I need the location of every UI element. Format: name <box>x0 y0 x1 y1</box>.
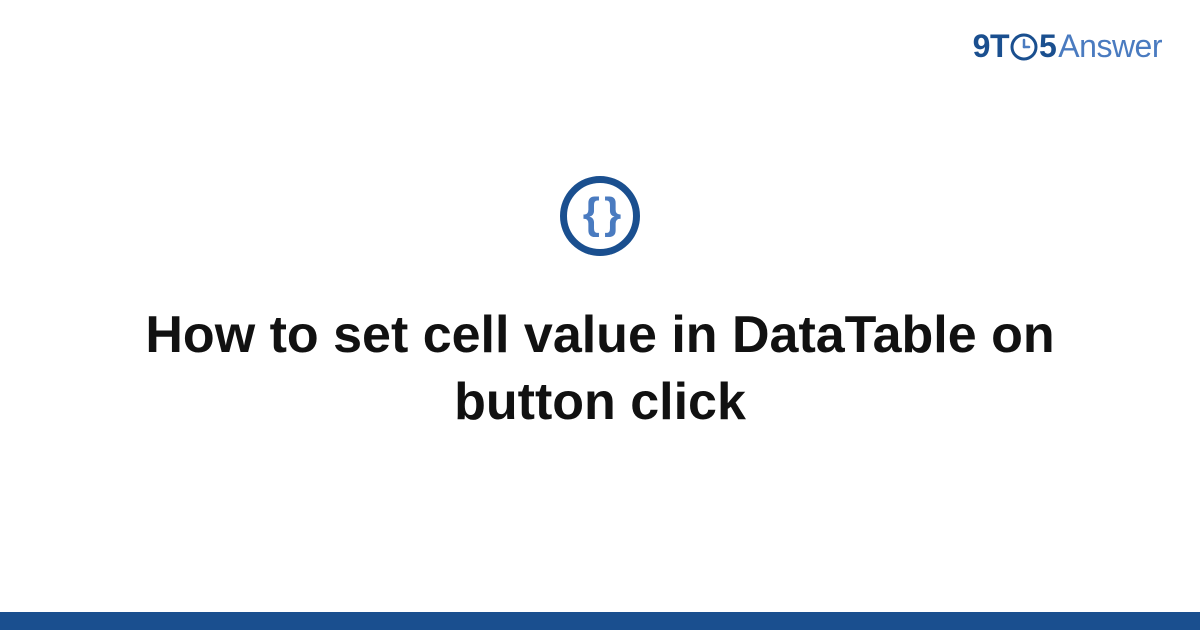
code-braces-icon: { } <box>583 192 617 236</box>
topic-icon-circle: { } <box>560 176 640 256</box>
main-content: { } How to set cell value in DataTable o… <box>0 0 1200 612</box>
footer-accent-bar <box>0 612 1200 630</box>
page-title: How to set cell value in DataTable on bu… <box>100 302 1100 435</box>
